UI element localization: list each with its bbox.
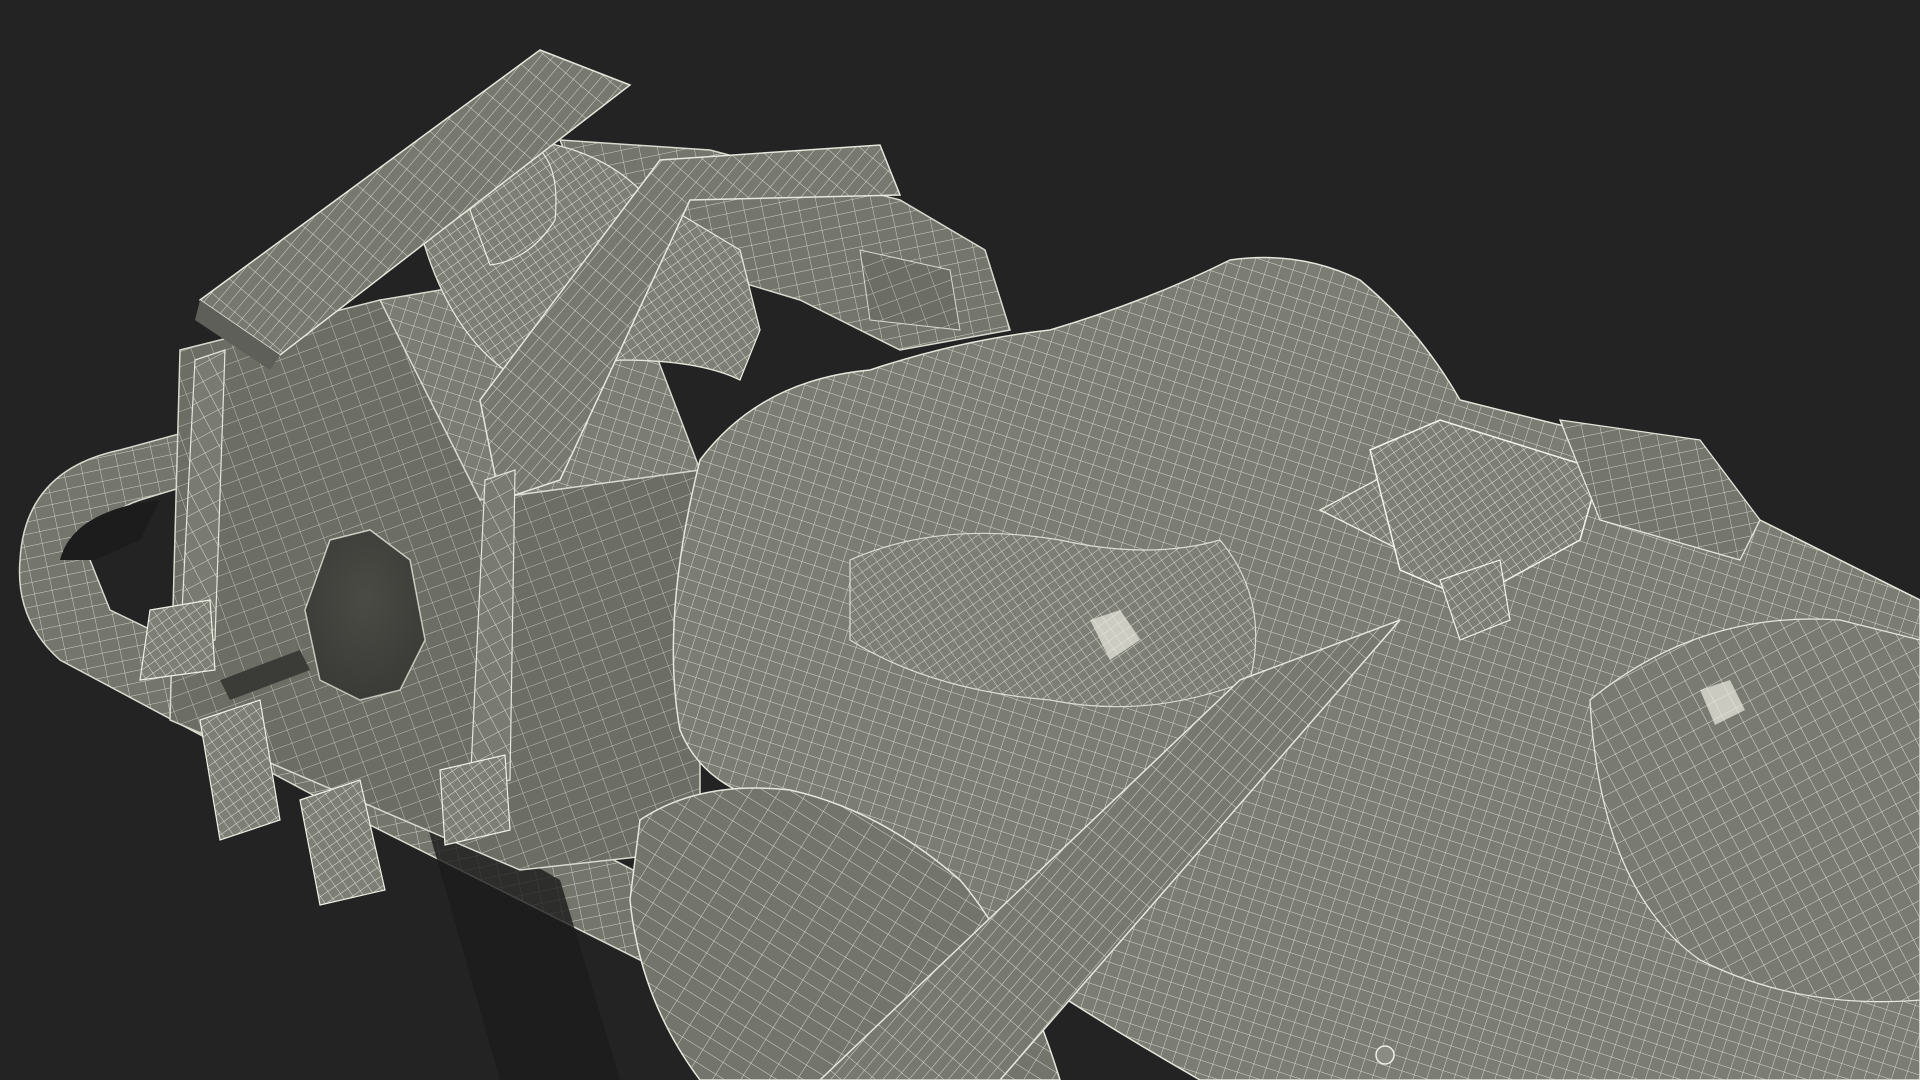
wireframe-scene — [18, 49, 1920, 1080]
snap-button — [1375, 1045, 1395, 1065]
render-viewport — [0, 0, 1920, 1080]
